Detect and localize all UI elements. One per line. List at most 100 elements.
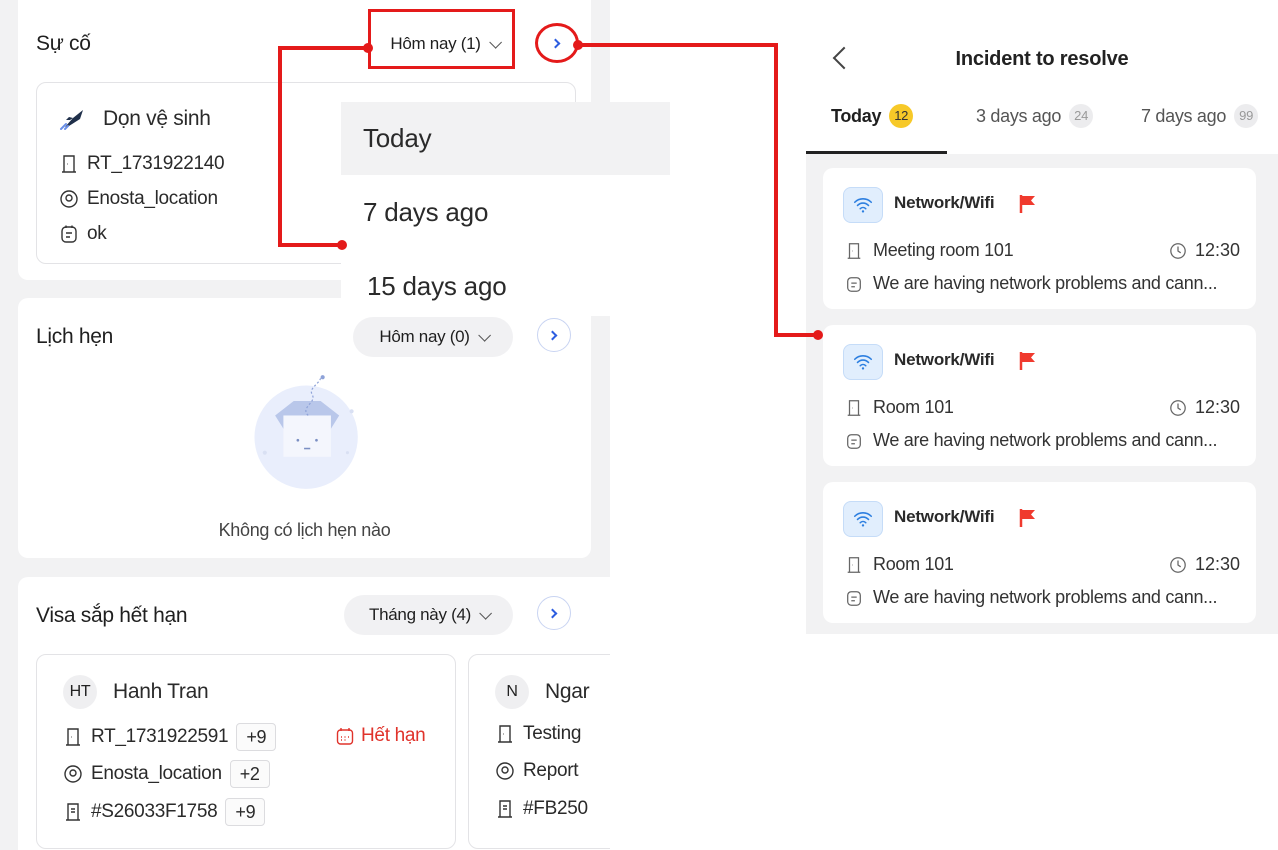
visa-room-row: Testing [495,723,581,745]
tab-label: 3 days ago [976,105,1062,126]
chevron-right-icon [547,608,558,618]
clock-icon [1170,242,1186,259]
appointments-filter-label: Hôm nay (0) [379,327,470,346]
incident-time: 12:30 [1169,240,1240,261]
empty-inbox-illustration [254,375,358,489]
clock-icon [1170,556,1186,573]
appointments-view-all-button[interactable] [537,318,571,352]
note-icon [847,276,861,292]
visa-person-name: Ngar [545,680,590,703]
visa-title: Visa sắp hết hạn [36,604,188,627]
visa-location-more-badge[interactable]: +2 [229,760,270,788]
incident-room: Room 101 [873,397,954,417]
visa-room: RT_1731922591 [91,726,229,747]
chevron-down-icon [479,606,492,620]
appointments-filter-dropdown[interactable]: Hôm nay (0) [353,317,513,357]
incident-location-row: Enosta_location [59,188,218,210]
visa-card-header: HT Hanh Tran [63,675,209,709]
incident-note: ok [87,223,107,244]
visa-code: #FB250 [523,798,588,819]
incident-category: Network/Wifi [894,193,995,212]
visa-view-all-button[interactable] [537,596,571,630]
visa-location: Report [523,760,579,781]
appointments-section: Lịch hẹn Hôm nay (0) Không có lịch hẹn n… [18,298,591,558]
note-icon [61,225,77,243]
incident-item[interactable]: Network/Wifi Room 101 12:30 We are havin… [823,482,1256,623]
incident-time-value: 12:30 [1194,554,1240,574]
incident-description: We are having network problems and cann.… [873,430,1218,450]
visa-person-name: Hanh Tran [113,680,209,703]
visa-card[interactable]: HT Hanh Tran RT_1731922591 +9 Hết hạn En… [36,654,456,849]
tab-count-badge: 12 [889,104,914,128]
tab-label: Today [831,105,882,126]
wifi-icon [843,187,883,223]
tab-7-days-ago[interactable]: 7 days ago 99 [1141,104,1259,128]
chevron-right-icon [547,330,558,340]
calendar-icon [336,728,354,745]
incident-category: Network/Wifi [894,507,995,526]
avatar: N [495,675,529,709]
incident-item[interactable]: Network/Wifi Meeting room 101 12:30 We a… [823,168,1256,309]
incident-time: 12:30 [1169,397,1240,418]
door-icon [847,399,861,416]
visa-location: Enosta_location [91,763,222,784]
page-title: Incident to resolve [955,48,1129,70]
rocket-icon [60,110,83,130]
tab-today[interactable]: Today 12 [831,104,914,128]
appointments-empty-text: Không có lịch hẹn nào [218,520,391,540]
visa-filter-dropdown[interactable]: Tháng này (4) [344,595,513,635]
incident-time-value: 12:30 [1194,397,1240,417]
wifi-icon [843,344,883,380]
incident-description-row: We are having network problems and cann.… [845,430,1218,451]
incident-description-row: We are having network problems and cann.… [845,273,1218,294]
incidents-title: Sự cố [36,32,91,55]
incident-note-row: ok [59,223,107,245]
visa-code-row: #FB250 [495,798,588,820]
avatar: HT [63,675,97,709]
incident-description: We are having network problems and cann.… [873,273,1218,293]
door-icon [847,242,861,259]
door-icon [498,725,512,743]
incident-room-row: Room 101 [845,397,954,418]
flag-icon [1019,195,1035,213]
note-icon [847,590,861,606]
incident-item[interactable]: Network/Wifi Room 101 12:30 We are havin… [823,325,1256,466]
flag-icon [1019,352,1035,370]
location-pin-icon [60,190,78,208]
visa-room-more-badge[interactable]: +9 [236,723,277,751]
incident-panel-header: Incident to resolve Today 12 3 days ago … [806,0,1278,154]
door-icon [847,556,861,573]
visa-section: Visa sắp hết hạn Tháng này (4) HT Hanh T… [18,577,610,850]
visa-location-row: Report [495,760,579,782]
incident-time-value: 12:30 [1194,240,1240,260]
incident-description-row: We are having network problems and cann.… [845,587,1218,608]
dropdown-option-7-days[interactable]: 7 days ago [341,176,670,249]
location-pin-icon [64,765,82,783]
visa-card-header: N Ngar [495,675,590,709]
active-tab-indicator [806,151,947,154]
incident-card-title: Dọn vệ sinh [103,107,211,130]
passport-icon [66,803,80,821]
visa-filter-label: Tháng này (4) [369,605,471,624]
tab-count-badge: 24 [1069,104,1094,128]
visa-status-label: Hết hạn [361,725,426,746]
incident-time: 12:30 [1169,554,1240,575]
dropdown-option-15-days[interactable]: 15 days ago [341,250,670,323]
dropdown-option-today[interactable]: Today [341,102,670,175]
visa-status: Hết hạn [335,725,426,747]
visa-code-row: #S26033F1758 +9 [63,798,266,826]
flag-icon [1019,509,1035,527]
visa-code: #S26033F1758 [91,801,218,822]
incident-to-resolve-panel: Incident to resolve Today 12 3 days ago … [806,0,1278,634]
incident-room: Room 101 [873,554,954,574]
annotation-highlight-circle [535,23,579,63]
location-pin-icon [496,762,514,780]
note-icon [847,433,861,449]
visa-card[interactable]: N Ngar Testing Report #FB250 [468,654,610,849]
incident-room-row: Room 101 [845,554,954,575]
incident-card-title-row: Dọn vệ sinh [59,107,211,131]
tab-3-days-ago[interactable]: 3 days ago 24 [976,104,1094,128]
filter-dropdown-menu: Today 7 days ago 15 days ago [341,102,670,316]
tab-count-badge: 99 [1234,104,1259,128]
visa-code-more-badge[interactable]: +9 [225,798,266,826]
